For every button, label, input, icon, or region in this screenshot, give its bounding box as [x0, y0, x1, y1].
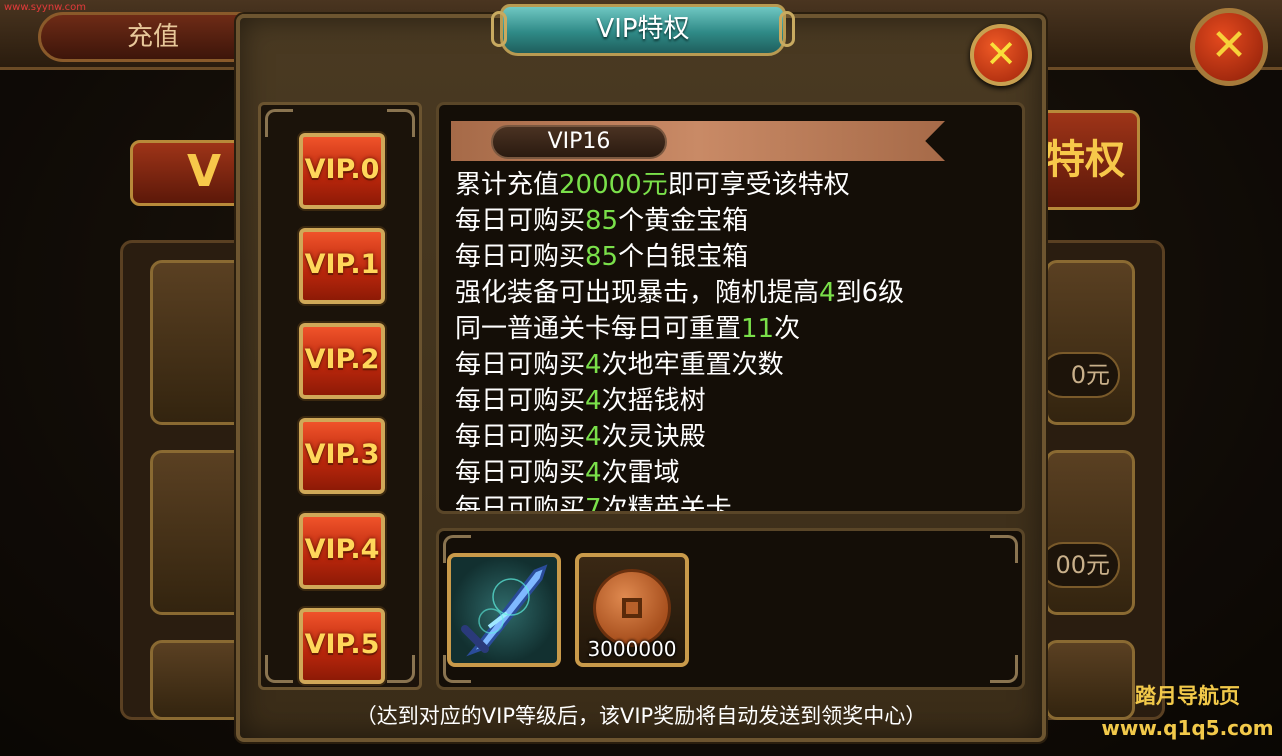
benefit-list[interactable]: 累计充值20000元即可享受该特权 每日可购买85个黄金宝箱 每日可购买85个白…: [455, 167, 1015, 511]
watermark-line: www.q1q5.com: [1101, 716, 1274, 740]
vip-benefits-panel[interactable]: VIP16 累计充值20000元即可享受该特权 每日可购买85个黄金宝箱 每日可…: [436, 102, 1025, 514]
recharge-tab[interactable]: 充值: [38, 12, 268, 62]
coin-hole: [622, 598, 642, 618]
reward-quantity: 3000000: [587, 637, 677, 661]
benefit-item: 每日可购买7次精英关卡: [455, 494, 732, 511]
footer-note: （达到对应的VIP等级后，该VIP奖励将自动发送到领奖中心）: [355, 704, 927, 728]
corner-ornament-icon: [990, 655, 1018, 683]
reward-item-sword[interactable]: [447, 553, 561, 667]
background-price-badge: 00元: [1040, 542, 1120, 588]
dialog-title-text: VIP特权: [596, 14, 690, 44]
close-button[interactable]: ✕: [970, 24, 1032, 86]
sword-icon: [461, 564, 548, 657]
benefit-item: 每日可购买85个黄金宝箱: [455, 206, 749, 236]
benefit-item: 累计充值20000元即可享受该特权: [455, 170, 850, 200]
benefit-item: 每日可购买4次摇钱树: [455, 386, 706, 416]
corner-ornament-icon: [387, 655, 415, 683]
selected-vip-level: VIP16: [491, 125, 667, 159]
benefit-item: 每日可购买4次地牢重置次数: [455, 350, 784, 380]
corner-ornament-icon: [265, 109, 293, 137]
benefit-item: 每日可购买4次灵诀殿: [455, 422, 706, 452]
background-gold-card[interactable]: [150, 260, 250, 425]
background-price-badge: 0元: [1040, 352, 1120, 398]
watermark-line: 踏月导航页: [1135, 684, 1240, 708]
background-bag-card[interactable]: [150, 450, 250, 615]
benefit-item: 强化装备可出现暴击，随机提高4到6级: [455, 278, 905, 308]
vip-rewards-panel: 3000000: [436, 528, 1025, 690]
background-close-icon[interactable]: ✕: [1190, 8, 1268, 86]
dialog-title: VIP特权: [491, 4, 795, 56]
watermark-top: www.syynw.com: [4, 2, 86, 13]
benefit-item: 同一普通关卡每日可重置11次: [455, 314, 801, 344]
benefit-item: 每日可购买4次雷域: [455, 458, 680, 488]
vip-level-button[interactable]: VIP.5: [299, 608, 385, 684]
background-right-card[interactable]: [1045, 450, 1135, 615]
watermark-bottom-right: 踏月导航页 www.q1q5.com: [1100, 680, 1275, 740]
background-privilege-button[interactable]: 特权: [1030, 110, 1140, 210]
reward-item-copper-coin[interactable]: 3000000: [575, 553, 689, 667]
background-right-card[interactable]: [1045, 260, 1135, 425]
corner-ornament-icon: [387, 109, 415, 137]
benefit-item: 每日可购买85个白银宝箱: [455, 242, 749, 272]
corner-ornament-icon: [990, 535, 1018, 563]
vip-level-button[interactable]: VIP.0: [299, 133, 385, 209]
title-ornament-icon: [491, 11, 507, 47]
vip-level-list[interactable]: VIP.0 VIP.1 VIP.2 VIP.3 VIP.4 VIP.5: [258, 102, 422, 690]
vip-level-button[interactable]: VIP.1: [299, 228, 385, 304]
copper-coin-icon: [593, 569, 671, 647]
background-scroll-card[interactable]: [150, 640, 250, 720]
title-ornament-icon: [779, 11, 795, 47]
corner-ornament-icon: [265, 655, 293, 683]
vip-level-button[interactable]: VIP.3: [299, 418, 385, 494]
vip-level-button[interactable]: VIP.2: [299, 323, 385, 399]
vip-level-button[interactable]: VIP.4: [299, 513, 385, 589]
